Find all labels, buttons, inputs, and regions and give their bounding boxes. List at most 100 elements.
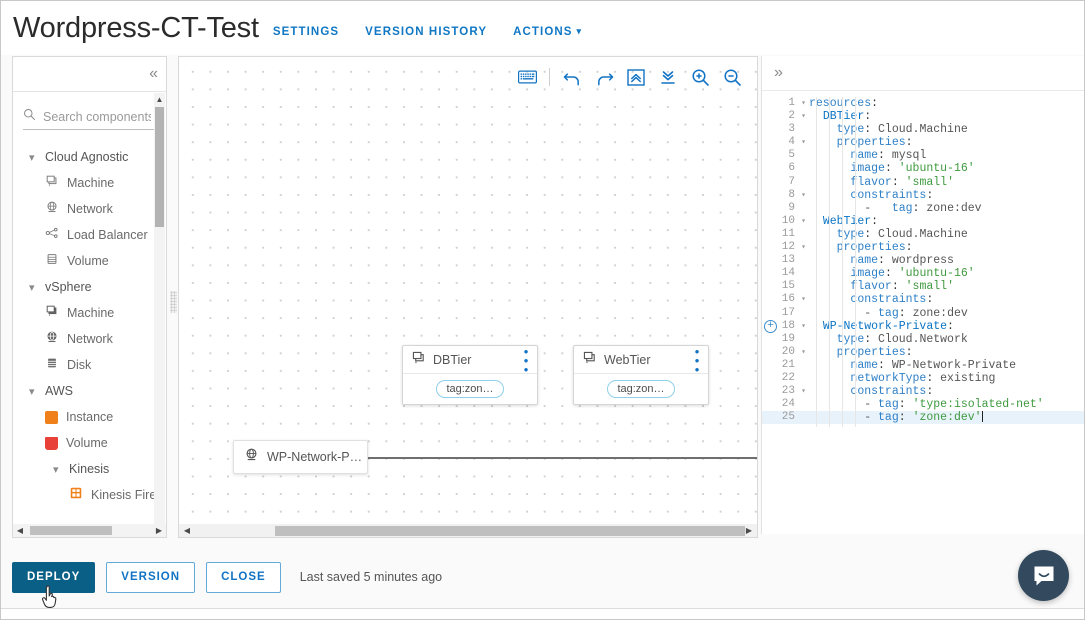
code-line[interactable]: 22 networkType: existing (762, 371, 1084, 385)
code-line-text: - tag: 'type:isolated-net' (864, 398, 1044, 412)
close-button[interactable]: CLOSE (206, 561, 281, 593)
code-line[interactable]: 14 image: 'ubuntu-16' (762, 267, 1084, 280)
code-line-text: WP-Network-Private: (822, 319, 954, 333)
tree-item-aws-instance[interactable]: Instance (13, 404, 166, 430)
code-line[interactable]: 1 ▾ resources: (762, 97, 1084, 110)
code-line[interactable]: 16 ▾ constraints: (762, 293, 1084, 306)
canvas-horizontal-scrollbar[interactable]: ◀ ▶ (178, 524, 758, 538)
canvas-node-wp-network[interactable]: WP-Network-P… (233, 440, 368, 474)
palette-vertical-scrollbar[interactable]: ▲ ▼ (154, 93, 165, 535)
tab-settings[interactable]: SETTINGS (273, 26, 339, 38)
code-line[interactable]: 10 ▾ WebTier: (762, 215, 1084, 228)
canvas-node-dbtier[interactable]: DBTier • • • tag:zon… (402, 345, 538, 405)
scroll-left-arrow-icon[interactable]: ◀ (181, 525, 193, 536)
redo-icon[interactable] (591, 65, 617, 89)
code-line[interactable]: 4 ▾ properties: (762, 136, 1084, 149)
code-line[interactable]: 24 - tag: 'type:isolated-net' (762, 398, 1084, 412)
node-tag-chip[interactable]: tag:zon… (436, 380, 504, 398)
code-line[interactable]: 19 type: Cloud.Network (762, 333, 1084, 346)
canvas-node-webtier[interactable]: WebTier • • • tag:zon… (573, 345, 709, 405)
yaml-code-editor[interactable]: 1 ▾ resources: 2 ▾ DBTier: 3 type: Cloud.Mach… (762, 91, 1084, 534)
code-line-number: 8 (788, 188, 795, 201)
scroll-up-arrow-icon[interactable]: ▲ (154, 93, 165, 105)
tree-item-cloud-network[interactable]: Network (13, 196, 166, 222)
tab-version-history[interactable]: VERSION HISTORY (365, 26, 487, 38)
tree-item-load-balancer[interactable]: Load Balancer (13, 222, 166, 248)
zoom-in-icon[interactable] (687, 65, 713, 89)
node-header: DBTier • • • (403, 345, 537, 376)
code-line-text: flavor: 'small' (850, 280, 954, 294)
code-line[interactable]: 12 ▾ properties: (762, 241, 1084, 254)
code-line[interactable]: 7 flavor: 'small' (762, 175, 1084, 189)
code-line[interactable]: 8 ▾ constraints: (762, 188, 1084, 202)
code-line[interactable]: 15 flavor: 'small' (762, 280, 1084, 294)
code-line[interactable]: 18 ▾ WP-Network-Private: (762, 319, 1084, 333)
scroll-left-arrow-icon[interactable]: ◀ (14, 525, 26, 536)
code-line-text: flavor: 'small' (850, 175, 954, 189)
code-fold-toggle-icon[interactable]: ▾ (798, 97, 809, 110)
node-menu-icon[interactable]: • • • (521, 345, 531, 376)
code-line[interactable]: 25 - tag: 'zone:dev' (762, 411, 1084, 425)
tree-item-vsphere-machine[interactable]: Machine (13, 300, 166, 326)
collapse-all-icon[interactable] (655, 65, 681, 89)
tree-group-aws[interactable]: ▾ AWS (13, 378, 166, 404)
palette-horizontal-scrollbar[interactable]: ◀ ▶ (12, 524, 167, 538)
tree-group-cloud-agnostic[interactable]: ▾ Cloud Agnostic (13, 144, 166, 170)
tree-group-kinesis[interactable]: ▾ Kinesis (13, 456, 166, 482)
chat-bubble-icon[interactable] (1018, 550, 1069, 601)
tree-item-kinesis-firehose[interactable]: Kinesis Fire (13, 482, 166, 508)
code-fold-toggle-icon[interactable]: ▾ (798, 136, 809, 149)
palette-hscroll-thumb[interactable] (30, 526, 112, 535)
undo-icon[interactable] (559, 65, 585, 89)
footer-action-bar: DEPLOY VERSION CLOSE Last saved 5 minute… (1, 546, 1084, 608)
tree-item-aws-volume[interactable]: Volume (13, 430, 166, 456)
tree-item-cloud-machine[interactable]: Machine (13, 170, 166, 196)
code-line[interactable]: 2 ▾ DBTier: (762, 110, 1084, 123)
code-line[interactable]: 5 name: mysql (762, 149, 1084, 162)
zoom-out-icon[interactable] (719, 65, 745, 89)
expand-all-icon[interactable] (623, 65, 649, 89)
scroll-right-arrow-icon[interactable]: ▶ (153, 525, 165, 536)
code-line[interactable]: 17 - tag: zone:dev (762, 307, 1084, 320)
scroll-right-arrow-icon[interactable]: ▶ (743, 525, 755, 536)
code-line-text: resources: (809, 97, 879, 110)
code-fold-toggle-icon[interactable]: ▾ (798, 215, 809, 228)
tab-actions[interactable]: ACTIONS ▾ (513, 26, 582, 38)
panel-resize-grip[interactable] (170, 291, 177, 313)
code-fold-toggle-icon[interactable]: ▾ (798, 346, 809, 359)
code-fold-toggle-icon[interactable]: ▾ (798, 293, 809, 306)
code-fold-toggle-icon[interactable]: ▾ (798, 110, 809, 123)
chevron-down-icon: ▾ (29, 281, 35, 294)
canvas-hscroll-thumb[interactable] (275, 526, 745, 536)
node-tag-chip[interactable]: tag:zon… (607, 380, 675, 398)
code-line[interactable]: 21 name: WP-Network-Private (762, 359, 1084, 372)
tree-item-cloud-volume[interactable]: Volume (13, 248, 166, 274)
search-input[interactable] (41, 109, 153, 125)
design-canvas[interactable]: DBTier • • • tag:zon… WebTier • • • tag:… (179, 57, 757, 533)
code-line-text: networkType: existing (850, 371, 996, 385)
code-line[interactable]: 20 ▾ properties: (762, 346, 1084, 359)
code-line[interactable]: 3 type: Cloud.Machine (762, 123, 1084, 136)
code-line[interactable]: 11 type: Cloud.Machine (762, 228, 1084, 241)
code-line[interactable]: 23 ▾ constraints: (762, 385, 1084, 398)
code-fold-toggle-icon[interactable]: ▾ (798, 385, 809, 398)
keyboard-shortcuts-icon[interactable] (514, 65, 540, 89)
collapse-left-icon[interactable]: « (149, 66, 158, 82)
code-fold-toggle-icon[interactable]: ▾ (798, 189, 809, 202)
code-line[interactable]: 6 image: 'ubuntu-16' (762, 162, 1084, 175)
code-fold-toggle-icon[interactable]: ▾ (798, 241, 809, 254)
network-icon (244, 447, 259, 467)
tree-group-vsphere[interactable]: ▾ vSphere (13, 274, 166, 300)
deploy-button[interactable]: DEPLOY (12, 561, 96, 593)
expand-right-icon[interactable]: » (774, 65, 783, 81)
code-line[interactable]: 13 name: wordpress (762, 254, 1084, 267)
tree-item-vsphere-disk[interactable]: Disk (13, 352, 166, 378)
code-line[interactable]: 9 - tag: zone:dev (762, 202, 1084, 215)
node-menu-icon[interactable]: • • • (692, 345, 702, 376)
toolbar-separator (549, 68, 550, 86)
tree-item-vsphere-network[interactable]: Network (13, 326, 166, 352)
palette-scroll-thumb[interactable] (155, 107, 164, 227)
code-fold-toggle-icon[interactable]: ▾ (798, 320, 809, 333)
add-resource-icon[interactable]: + (764, 319, 777, 333)
version-button[interactable]: VERSION (106, 561, 196, 593)
